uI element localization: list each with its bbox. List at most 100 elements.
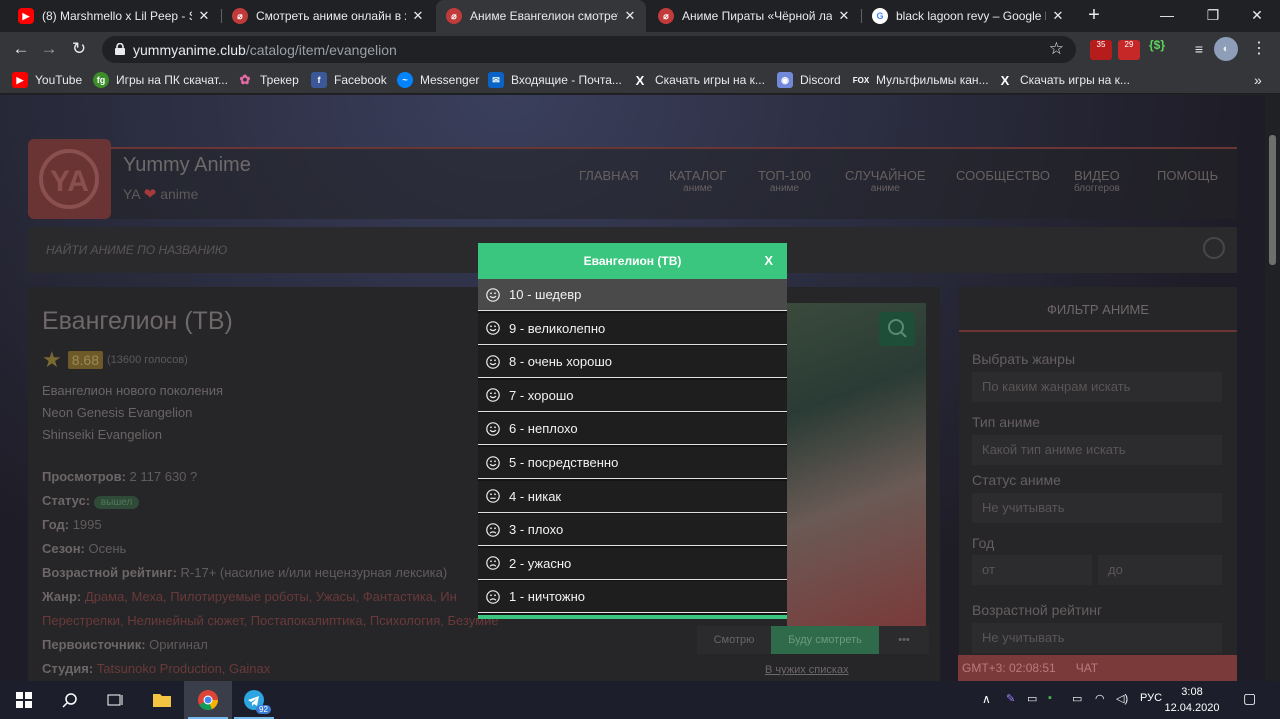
rating-option[interactable]: 3 - плохо [478, 514, 787, 547]
minimize-button[interactable]: — [1144, 0, 1190, 30]
tab-3-active[interactable]: ⌀ Аниме Евангелион смотреть о ✕ [436, 0, 646, 32]
search-icon[interactable] [1203, 237, 1225, 259]
forward-button[interactable]: → [36, 37, 62, 61]
status-filter-select[interactable]: Не учитывать [972, 493, 1222, 523]
search-taskbar-button[interactable] [46, 681, 94, 719]
more-bookmarks-button[interactable]: » [1254, 71, 1262, 89]
address-bar[interactable]: yummyanime.club/catalog/item/evangelion … [102, 36, 1076, 63]
genre-links[interactable]: Перестрелки, Нелинейный сюжет, Постапока… [42, 613, 499, 628]
volume-icon[interactable]: ◁) [1116, 692, 1128, 705]
x-icon: X [1000, 72, 1010, 88]
rating-option[interactable]: 7 - хорошо [478, 379, 787, 412]
chat-bar[interactable]: GMT+3: 02:08:51 ЧАТ [958, 655, 1237, 681]
bookmark-facebook[interactable]: f Facebook [311, 71, 387, 89]
browser-menu-icon[interactable]: ⋮ [1246, 37, 1272, 61]
bookmark-star-icon[interactable]: ☆ [1049, 39, 1064, 59]
nav-catalog[interactable]: КАТАЛОГ аниме [669, 169, 726, 195]
tab-5[interactable]: G black lagoon revy – Google По ✕ [862, 0, 1074, 32]
rating-option[interactable]: 5 - посредственно [478, 447, 787, 479]
app-tray-icon[interactable]: ▪ [1048, 692, 1052, 704]
will-watch-button[interactable]: Буду смотреть [771, 626, 879, 654]
bookmark-youtube[interactable]: ▶ YouTube [12, 71, 82, 89]
json-ext-icon[interactable]: {$} [1146, 38, 1168, 58]
type-filter-label: Тип аниме [972, 414, 1040, 430]
rating-option[interactable]: 2 - ужасно [478, 547, 787, 580]
tab-2[interactable]: ⌀ Смотреть аниме онлайн в хор ✕ [222, 0, 434, 32]
scrollbar-thumb[interactable] [1269, 135, 1276, 265]
feather-tray-icon[interactable]: ✎ [1006, 692, 1015, 705]
maximize-button[interactable]: ❐ [1190, 0, 1236, 30]
alt-title: Neon Genesis Evangelion [42, 405, 193, 420]
adblock-ext-icon[interactable]: 35 [1090, 40, 1112, 60]
close-tab-icon[interactable]: ✕ [196, 8, 212, 24]
bookmark-mail[interactable]: ✉ Входящие - Почта... [488, 71, 622, 89]
bookmark-tracker[interactable]: ✿ Трекер [237, 71, 299, 89]
nvidia-tray-icon[interactable]: ▭ [1027, 692, 1037, 705]
abp-ext-icon[interactable]: 29 [1118, 40, 1140, 60]
profile-avatar[interactable]: ◐ [1214, 37, 1238, 61]
bookmark-download-games-1[interactable]: X Скачать игры на к... [632, 71, 765, 89]
rating-option[interactable]: 8 - очень хорошо [478, 346, 787, 379]
year-from-input[interactable]: от [972, 555, 1092, 585]
system-clock[interactable]: 3:08 12.04.2020 [1164, 684, 1220, 716]
tab-1[interactable]: ▶ (8) Marshmello x Lil Peep - Spo ✕ [8, 0, 220, 32]
filter-panel: ФИЛЬТР АНИМЕ Выбрать жанры По каким жанр… [959, 287, 1237, 657]
back-button[interactable]: ← [8, 37, 34, 61]
chrome-taskbar-button[interactable] [184, 681, 232, 719]
type-filter-input[interactable]: Какой тип аниме искать [972, 435, 1222, 465]
bookmark-games[interactable]: fg Игры на ПК скачат... [93, 71, 228, 89]
foreign-lists-link[interactable]: В чужих списках [765, 664, 849, 676]
close-window-button[interactable]: ✕ [1234, 0, 1280, 30]
nav-video[interactable]: ВИДЕО блоггеров [1074, 169, 1120, 195]
notifications-icon[interactable]: ▢ [1243, 690, 1256, 707]
battery-icon[interactable]: ▭ [1072, 692, 1082, 705]
bookmark-cartoons[interactable]: FOX Мультфильмы кан... [853, 71, 989, 89]
tab-4[interactable]: ⌀ Аниме Пираты «Чёрной лагу ✕ [648, 0, 860, 32]
rating-option[interactable]: 4 - никак [478, 480, 787, 513]
genre-links[interactable]: Драма, Меха, Пилотируемые роботы, Ужасы,… [85, 589, 457, 604]
more-options-button[interactable]: ••• [879, 626, 929, 654]
close-tab-icon[interactable]: ✕ [1050, 8, 1066, 24]
chat-label: ЧАТ [1075, 661, 1099, 675]
anime-poster[interactable] [787, 303, 926, 628]
nav-community[interactable]: СООБЩЕСТВО [956, 169, 1050, 183]
rating-option[interactable]: 6 - неплохо [478, 413, 787, 446]
nav-help[interactable]: ПОМОЩЬ [1157, 169, 1218, 183]
show-hidden-icons-button[interactable]: ∧ [982, 692, 991, 706]
wifi-icon[interactable]: ◠ [1095, 692, 1105, 705]
site-header: YA Yummy Anime YA ❤ anime ГЛАВНАЯ КАТАЛО… [28, 139, 1237, 219]
close-tab-icon[interactable]: ✕ [836, 8, 852, 24]
nav-random[interactable]: СЛУЧАЙНОЕ аниме [845, 169, 926, 195]
bookmark-discord[interactable]: ◉ Discord [777, 71, 841, 89]
new-tab-button[interactable]: + [1082, 4, 1106, 28]
rating-option[interactable]: 9 - великолепно [478, 312, 787, 345]
page-scrollbar[interactable] [1265, 95, 1280, 681]
rating-option[interactable]: 10 - шедевр [478, 279, 787, 311]
task-view-button[interactable] [92, 681, 140, 719]
bookmark-download-games-2[interactable]: X Скачать игры на к... [997, 71, 1130, 89]
watching-button[interactable]: Смотрю [697, 626, 771, 654]
genres-row: Жанр: Драма, Меха, Пилотируемые роботы, … [42, 589, 457, 604]
telegram-badge: 92 [256, 705, 271, 714]
bookmark-messenger[interactable]: ~ Messenger [397, 71, 479, 89]
studio-links[interactable]: Tatsunoko Production, Gainax [97, 661, 270, 676]
reload-button[interactable]: ↻ [66, 37, 92, 61]
file-explorer-button[interactable] [138, 681, 186, 719]
age-filter-select[interactable]: Не учитывать [972, 623, 1222, 653]
media-control-icon[interactable]: ≡ [1186, 37, 1212, 61]
nav-top100[interactable]: ТОП-100 аниме [758, 169, 811, 195]
close-tab-icon[interactable]: ✕ [410, 8, 426, 24]
language-indicator[interactable]: РУС [1140, 692, 1162, 704]
modal-close-button[interactable]: X [764, 243, 773, 279]
nav-home[interactable]: ГЛАВНАЯ [579, 169, 639, 183]
yummyanime-logo[interactable]: YA [28, 139, 111, 219]
start-button[interactable] [0, 681, 48, 719]
telegram-taskbar-button[interactable]: 92 [230, 681, 278, 719]
zoom-poster-button[interactable] [879, 312, 915, 346]
genres-filter-input[interactable]: По каким жанрам искать [972, 372, 1222, 402]
rating-option[interactable]: 1 - ничтожно [478, 581, 787, 614]
tab-title: (8) Marshmello x Lil Peep - Spo [42, 9, 192, 23]
close-tab-icon[interactable]: ✕ [622, 8, 638, 24]
star-icon[interactable]: ★ [42, 347, 62, 373]
year-to-input[interactable]: до [1098, 555, 1222, 585]
